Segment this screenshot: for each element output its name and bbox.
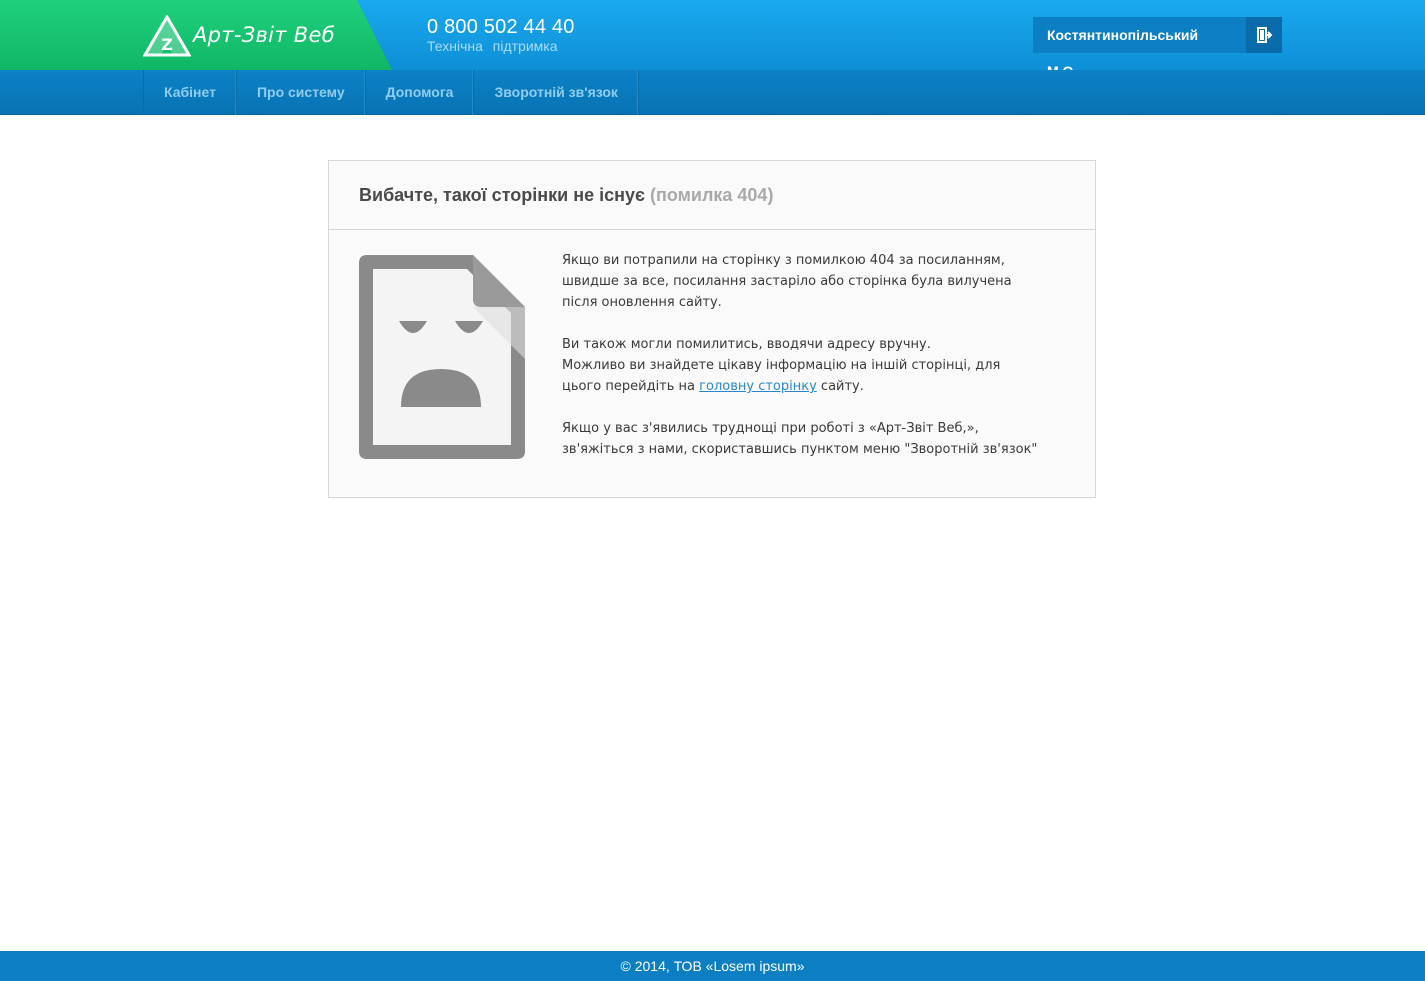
nav-item-about[interactable]: Про систему xyxy=(237,70,366,115)
message-line-end: сайту. xyxy=(820,379,864,394)
svg-text:Z: Z xyxy=(161,35,173,54)
footer: © 2014, ТОВ «Losem ipsum» xyxy=(0,951,1425,981)
support-label: Технічна підтримка xyxy=(427,38,558,54)
error-code: (помилка 404) xyxy=(649,185,774,205)
user-box: Костянтинопільський М.О. xyxy=(1033,17,1282,79)
logo[interactable]: Z Арт-Звіт Веб xyxy=(143,15,335,57)
logout-icon xyxy=(1257,27,1273,43)
error-message: Якщо ви потрапили на сторінку з помилкою… xyxy=(562,250,1042,481)
error-title: Вибачте, такої сторінки не існує (помилк… xyxy=(329,161,1095,230)
sad-document-icon xyxy=(359,255,525,459)
message-paragraph-1: Якщо ви потрапили на сторінку з помилкою… xyxy=(562,253,1012,310)
logo-triangle-icon: Z xyxy=(143,15,191,57)
main-nav: Кабінет Про систему Допомога Зворотній з… xyxy=(0,70,1425,115)
nav-item-feedback[interactable]: Зворотній зв'язок xyxy=(474,70,639,115)
error-title-text: Вибачте, такої сторінки не існує xyxy=(359,185,645,205)
brand-name: Арт-Звіт Веб xyxy=(193,23,335,47)
support-phone: 0 800 502 44 40 xyxy=(427,16,575,38)
message-paragraph-3: Якщо у вас з'явились труднощі при роботі… xyxy=(562,421,1038,457)
nav-item-help[interactable]: Допомога xyxy=(366,70,475,115)
error-card: Вибачте, такої сторінки не існує (помилк… xyxy=(328,160,1096,498)
nav-items: Кабінет Про систему Допомога Зворотній з… xyxy=(143,70,639,115)
home-page-link[interactable]: головну сторінку xyxy=(699,379,817,394)
nav-item-cabinet[interactable]: Кабінет xyxy=(144,70,237,115)
user-name[interactable]: Костянтинопільський М.О. xyxy=(1033,17,1246,79)
logout-button[interactable] xyxy=(1246,17,1282,53)
header: Z Арт-Звіт Веб 0 800 502 44 40 Технічна … xyxy=(0,0,1425,79)
message-line-typo: Ви також могли помилитись, вводячи адрес… xyxy=(562,337,931,352)
message-paragraph-2: Ви також могли помилитись, вводячи адрес… xyxy=(562,334,1042,397)
